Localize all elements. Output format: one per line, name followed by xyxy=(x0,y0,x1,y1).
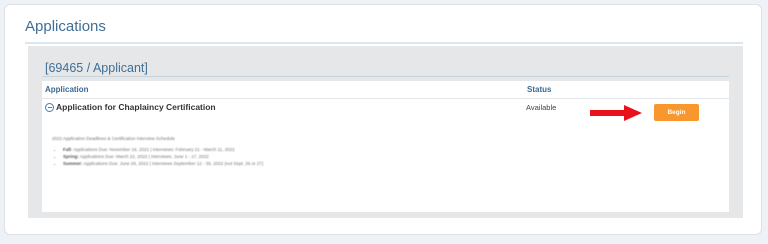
list-item: Summer: Applications Due: June 28, 2022 … xyxy=(63,161,532,166)
application-notes: 2022 Application Deadlines & Certificati… xyxy=(52,136,532,168)
list-item: Spring: Applications Due: March 22, 2022… xyxy=(63,154,532,159)
term-label: Summer: xyxy=(63,161,83,166)
applicant-heading: [69465 / Applicant] xyxy=(45,61,148,75)
term-text: Applications Due: March 22, 2022 | Inter… xyxy=(79,154,209,159)
list-item: Fall: Applications Due: November 16, 202… xyxy=(63,147,532,152)
notes-title: 2022 Application Deadlines & Certificati… xyxy=(52,136,175,141)
deadline-list: Fall: Applications Due: November 16, 202… xyxy=(52,147,532,166)
term-text: Applications Due: June 28, 2022 | Interv… xyxy=(83,161,264,166)
applications-table: Application Status Application for Chapl… xyxy=(42,81,729,212)
term-label: Spring: xyxy=(63,154,79,159)
column-header-application: Application xyxy=(45,85,89,94)
red-arrow-icon xyxy=(590,105,642,121)
column-header-status: Status xyxy=(527,85,552,94)
applications-card: Applications [69465 / Applicant] Applica… xyxy=(4,4,762,235)
term-text: Applications Due: November 16, 2021 | In… xyxy=(73,147,235,152)
applicant-panel: [69465 / Applicant] Application Status A… xyxy=(28,46,743,218)
term-label: Fall: xyxy=(63,147,73,152)
application-name: Application for Chaplaincy Certification xyxy=(56,102,216,112)
page-title: Applications xyxy=(25,18,106,35)
collapse-circle-icon[interactable] xyxy=(45,103,54,112)
title-divider xyxy=(25,42,743,44)
application-status: Available xyxy=(526,103,557,112)
header-divider xyxy=(42,98,729,99)
applicant-divider xyxy=(42,76,729,77)
begin-button[interactable]: Begin xyxy=(654,104,699,121)
